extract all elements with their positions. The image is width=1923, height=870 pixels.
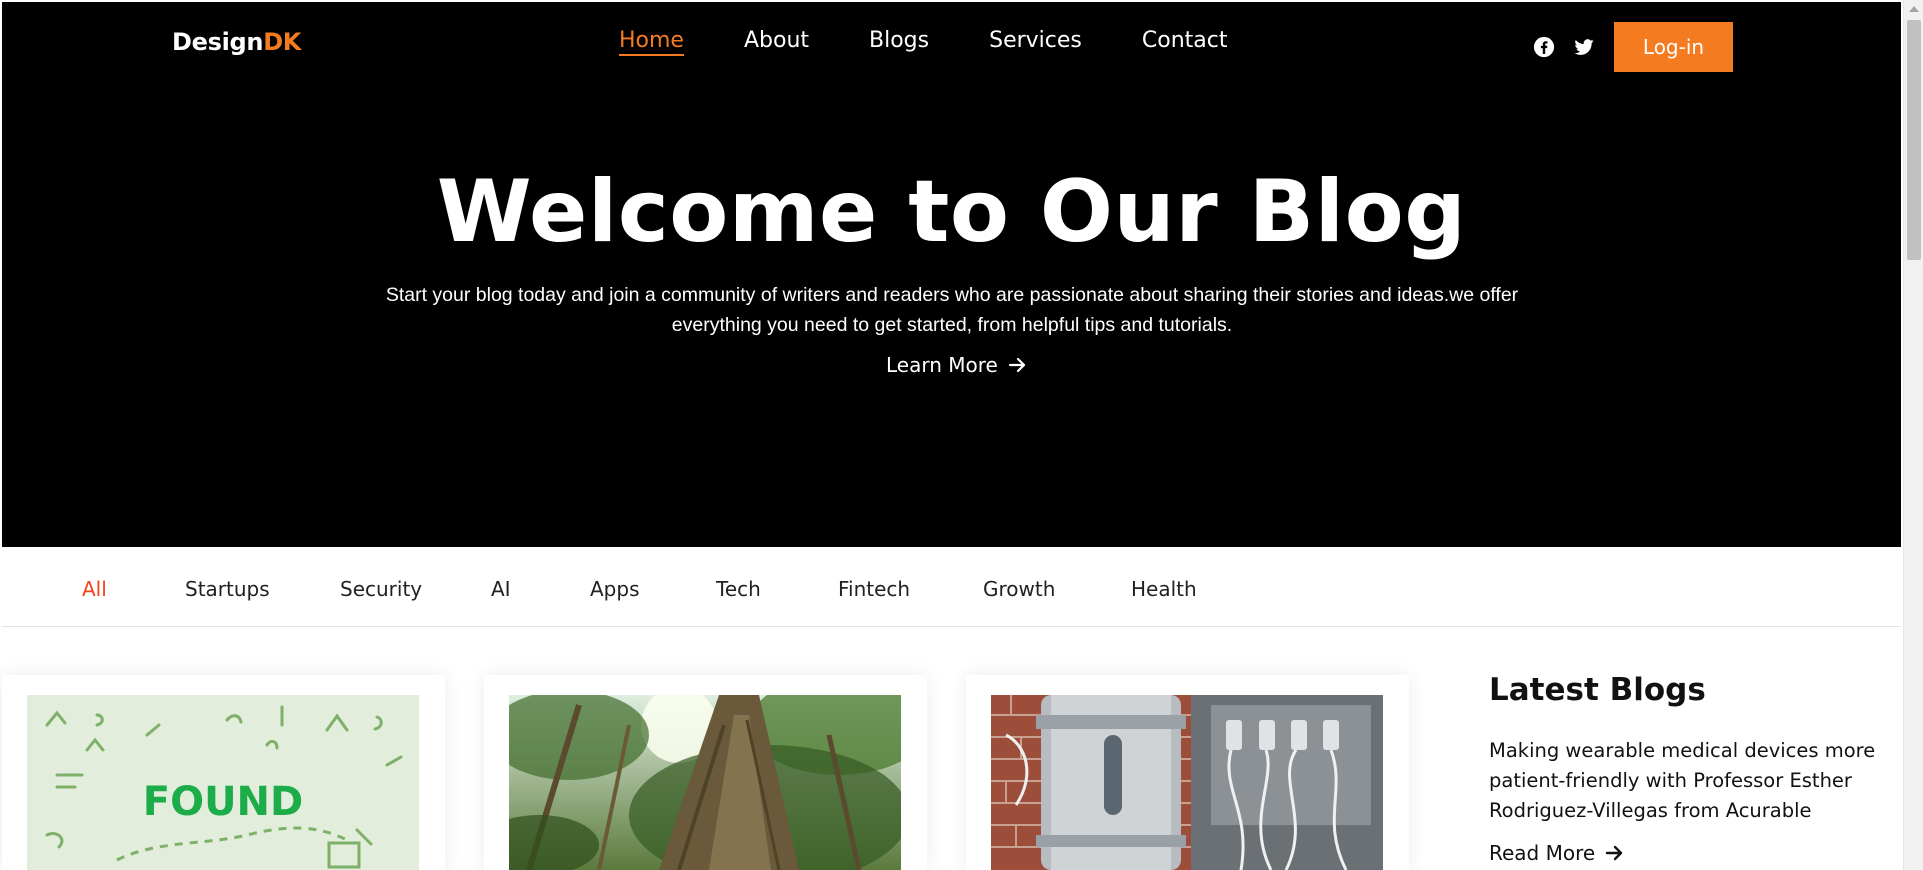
- blog-card[interactable]: FOUND: [2, 675, 445, 870]
- twitter-icon[interactable]: [1573, 36, 1595, 58]
- card-image-found[interactable]: FOUND: [27, 695, 419, 870]
- category-startups[interactable]: Startups: [185, 577, 270, 601]
- hero-subtitle: Start your blog today and join a communi…: [385, 284, 1519, 336]
- main-nav: Home About Blogs Services Contact: [619, 28, 1287, 56]
- hero-section: DesignDK Home About Blogs Services Conta…: [2, 2, 1901, 547]
- nav-blogs[interactable]: Blogs: [869, 28, 929, 56]
- blog-card[interactable]: [484, 675, 927, 870]
- arrow-right-icon: [1008, 356, 1028, 374]
- category-security[interactable]: Security: [340, 577, 422, 601]
- arrow-right-icon: [1605, 844, 1625, 862]
- card-image-text: FOUND: [143, 779, 304, 825]
- category-fintech[interactable]: Fintech: [838, 577, 910, 601]
- category-filter-bar: All Startups Security AI Apps Tech Finte…: [2, 547, 1901, 627]
- card-image-forest[interactable]: [509, 695, 901, 870]
- nav-services[interactable]: Services: [989, 28, 1082, 56]
- read-more-label: Read More: [1489, 841, 1596, 865]
- page: DesignDK Home About Blogs Services Conta…: [0, 0, 1903, 870]
- page-scrollbar[interactable]: [1903, 0, 1923, 870]
- card-image-lab-equipment[interactable]: [991, 695, 1383, 870]
- category-ai[interactable]: AI: [491, 577, 511, 601]
- login-button[interactable]: Log-in: [1614, 22, 1733, 72]
- learn-more-link[interactable]: Learn More: [886, 353, 1028, 377]
- category-apps[interactable]: Apps: [590, 577, 640, 601]
- logo-accent: DK: [263, 28, 302, 56]
- facebook-icon[interactable]: [1533, 36, 1555, 58]
- latest-blogs-title: Latest Blogs: [1489, 672, 1706, 708]
- hero-title: Welcome to Our Blog: [436, 162, 1467, 262]
- latest-blog-item-title[interactable]: Making wearable medical devices more pat…: [1489, 736, 1879, 826]
- learn-more-label: Learn More: [886, 353, 998, 377]
- category-growth[interactable]: Growth: [983, 577, 1055, 601]
- category-tech[interactable]: Tech: [716, 577, 761, 601]
- nav-about[interactable]: About: [744, 28, 809, 56]
- category-health[interactable]: Health: [1131, 577, 1197, 601]
- scrollbar-thumb[interactable]: [1907, 20, 1921, 260]
- nav-home[interactable]: Home: [619, 28, 684, 56]
- logo-main: Design: [172, 28, 264, 56]
- scroll-up-arrow-icon[interactable]: [1909, 6, 1919, 12]
- category-all[interactable]: All: [82, 577, 107, 601]
- blog-card[interactable]: [966, 675, 1409, 870]
- nav-contact[interactable]: Contact: [1142, 28, 1228, 56]
- logo[interactable]: DesignDK: [172, 28, 301, 56]
- read-more-link[interactable]: Read More: [1489, 841, 1625, 865]
